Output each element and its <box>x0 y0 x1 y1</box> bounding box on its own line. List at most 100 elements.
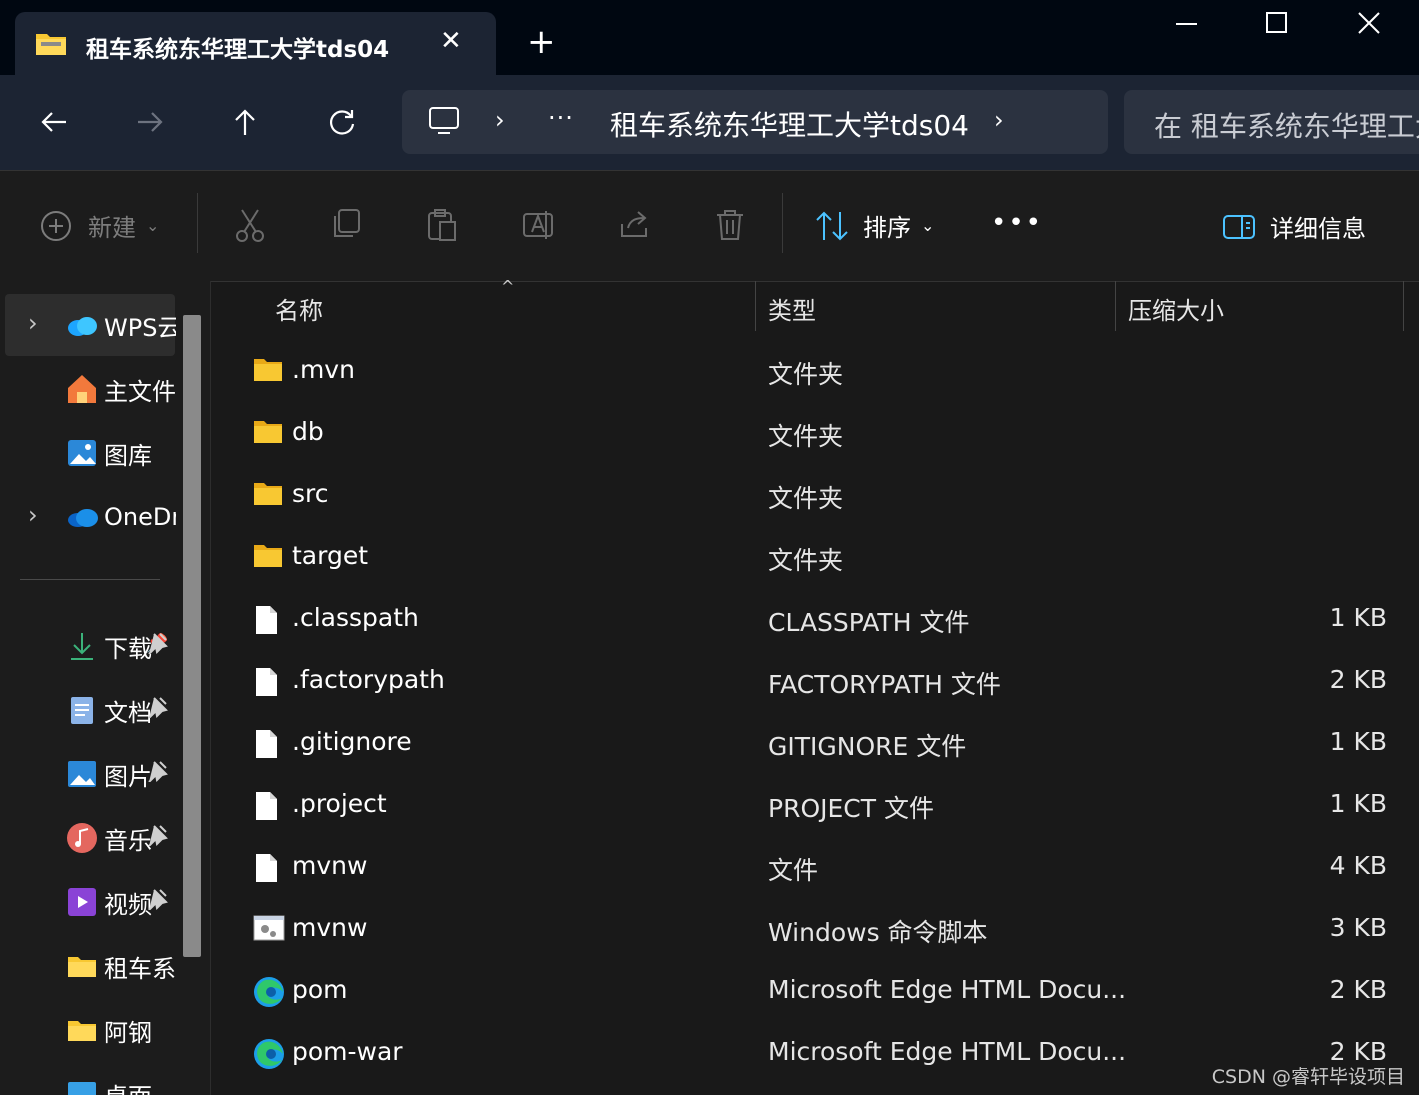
search-input[interactable]: 在 租车系统东华理工大学tds04 中搜索 <box>1154 105 1419 145</box>
chevron-right-icon[interactable]: › <box>495 106 505 134</box>
new-tab-button[interactable]: + <box>527 22 556 62</box>
column-divider[interactable] <box>755 281 756 331</box>
file-type: Microsoft Edge HTML Docu... <box>768 1037 1127 1066</box>
sort-icon <box>816 211 848 240</box>
file-type: Windows 命令脚本 <box>768 918 988 947</box>
file-size: 2 KB <box>1329 975 1387 1004</box>
file-type: 文件夹 <box>768 484 844 513</box>
file-list: ^ 名称 类型 压缩大小 .mvn 文件夹 db 文件夹 src 文件夹 target 文件夹… <box>211 277 1419 1095</box>
file-row[interactable]: .project PROJECT 文件 1 KB <box>211 775 1419 837</box>
forward-button[interactable] <box>125 97 175 147</box>
more-options-button[interactable]: ••• <box>991 208 1043 238</box>
file-row[interactable]: .factorypath FACTORYPATH 文件 2 KB <box>211 651 1419 713</box>
new-label: 新建 <box>88 214 136 242</box>
file-row[interactable]: src 文件夹 <box>211 465 1419 527</box>
file-type: CLASSPATH 文件 <box>768 608 970 637</box>
rename-icon[interactable] <box>522 208 556 246</box>
download-icon <box>66 630 98 662</box>
file-type: 文件夹 <box>768 546 844 575</box>
breadcrumb-overflow[interactable]: ··· <box>548 104 574 132</box>
separator <box>197 193 198 253</box>
sidebar-item-folder-agang[interactable]: 阿钢 <box>66 1010 176 1050</box>
folder-icon <box>66 950 98 982</box>
file-row[interactable]: .classpath CLASSPATH 文件 1 KB <box>211 589 1419 651</box>
column-header-name[interactable]: 名称 <box>275 291 323 326</box>
file-type: PROJECT 文件 <box>768 794 934 823</box>
document-icon <box>66 694 98 726</box>
cloud-icon <box>66 309 98 341</box>
file-row[interactable]: mvnw 文件 4 KB <box>211 837 1419 899</box>
address-bar[interactable]: › ··· 租车系统东华理工大学tds04 › <box>402 90 1108 154</box>
file-row[interactable]: pom Microsoft Edge HTML Docu... 2 KB <box>211 961 1419 1023</box>
plus-circle-icon <box>41 210 71 241</box>
sidebar-item-onedrive[interactable]: OneDrive <box>66 497 176 537</box>
expand-chevron-icon[interactable]: › <box>28 501 38 529</box>
column-divider[interactable] <box>1403 281 1404 331</box>
sidebar-item-gallery[interactable]: 图库 <box>66 433 176 473</box>
up-button[interactable] <box>220 97 270 147</box>
close-tab-icon[interactable]: ✕ <box>440 26 462 56</box>
expand-chevron-icon[interactable]: › <box>28 309 38 337</box>
this-pc-icon[interactable] <box>428 106 460 140</box>
file-name: pom-war <box>292 1037 403 1066</box>
home-icon <box>66 373 98 405</box>
active-tab[interactable]: 租车系统东华理工大学tds04 ✕ <box>15 12 496 75</box>
sidebar-item-wps-cloud[interactable]: WPS云盘 <box>66 305 176 345</box>
chevron-right-icon[interactable]: › <box>994 106 1004 134</box>
pin-icon <box>146 824 168 850</box>
file-size: 1 KB <box>1329 727 1387 756</box>
pin-icon <box>146 696 168 722</box>
edge-icon <box>253 976 284 1007</box>
file-icon <box>253 852 283 882</box>
sidebar-scrollbar[interactable] <box>183 315 201 957</box>
file-row[interactable]: target 文件夹 <box>211 527 1419 589</box>
new-button[interactable]: 新建 ⌄ <box>40 208 159 243</box>
navigation-pane: › › WPS云盘 主文件夹 图库 OneDrive 下载 文档 图片 音乐 视… <box>0 281 211 1095</box>
file-row[interactable]: db 文件夹 <box>211 403 1419 465</box>
file-row[interactable]: .gitignore GITIGNORE 文件 1 KB <box>211 713 1419 775</box>
file-type: 文件夹 <box>768 360 844 389</box>
maximize-button[interactable] <box>1266 12 1288 38</box>
details-pane-button[interactable]: 详细信息 <box>1222 209 1366 244</box>
command-bar <box>0 170 1419 282</box>
desktop-icon <box>66 1078 98 1095</box>
arrow-left-icon <box>41 112 66 132</box>
tab-title: 租车系统东华理工大学tds04 <box>86 37 390 63</box>
arrow-up-icon <box>235 109 255 135</box>
pictures-icon <box>66 758 98 790</box>
file-name: .project <box>292 789 387 818</box>
sort-button[interactable]: 排序 ⌄ <box>815 208 934 243</box>
file-name: db <box>292 417 324 446</box>
delete-icon[interactable] <box>714 208 746 246</box>
column-header-size[interactable]: 压缩大小 <box>1128 291 1224 326</box>
file-name: mvnw <box>292 851 368 880</box>
music-icon <box>66 822 98 854</box>
refresh-button[interactable] <box>317 97 367 147</box>
breadcrumb-current-folder[interactable]: 租车系统东华理工大学tds04 <box>610 104 969 144</box>
file-icon <box>253 728 283 758</box>
file-name: .gitignore <box>292 727 412 756</box>
script-icon <box>253 914 285 944</box>
column-header-type[interactable]: 类型 <box>768 291 816 326</box>
cut-icon[interactable] <box>234 208 266 246</box>
file-row[interactable]: mvnw Windows 命令脚本 3 KB <box>211 899 1419 961</box>
sidebar-item-desktop[interactable]: 桌面 <box>66 1074 176 1095</box>
sidebar-item-folder-rental[interactable]: 租车系 <box>66 946 176 986</box>
file-size: 3 KB <box>1329 913 1387 942</box>
refresh-icon <box>330 110 355 135</box>
search-box[interactable]: 在 租车系统东华理工大学tds04 中搜索 <box>1124 90 1419 154</box>
back-button[interactable] <box>29 97 79 147</box>
paste-icon[interactable] <box>426 208 458 246</box>
watermark: CSDN @睿轩毕设项目 <box>1211 1066 1405 1088</box>
file-size: 4 KB <box>1329 851 1387 880</box>
sidebar-item-home[interactable]: 主文件夹 <box>66 369 176 409</box>
column-divider[interactable] <box>1115 281 1116 331</box>
file-type: FACTORYPATH 文件 <box>768 670 1001 699</box>
file-size: 2 KB <box>1329 665 1387 694</box>
share-icon[interactable] <box>618 208 652 246</box>
copy-icon[interactable] <box>330 208 362 246</box>
close-window-button[interactable] <box>1358 12 1380 38</box>
minimize-button[interactable] <box>1175 8 1199 42</box>
file-row[interactable]: .mvn 文件夹 <box>211 341 1419 403</box>
pin-icon <box>146 760 168 786</box>
